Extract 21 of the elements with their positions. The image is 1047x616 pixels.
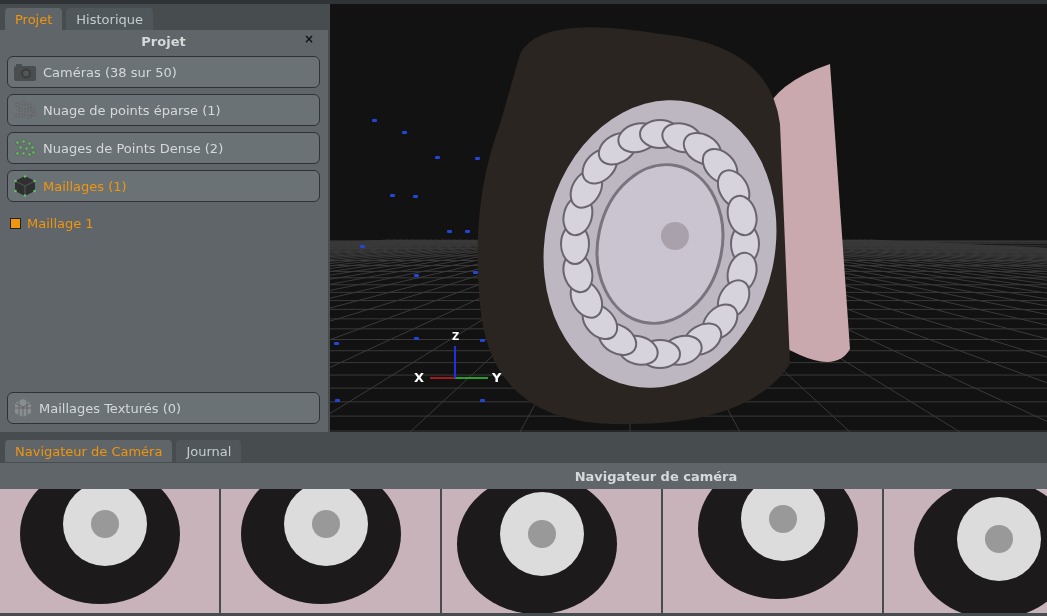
axis-label: Z	[452, 331, 460, 342]
panel-title: Navigateur de caméra	[574, 468, 738, 484]
project-item-button[interactable]: Maillages Texturés (0)	[7, 392, 320, 424]
panel-title: Projet	[141, 33, 186, 49]
project-item-button[interactable]: Nuages de Points Dense (2)	[7, 132, 320, 164]
tab[interactable]: Journal	[176, 440, 242, 462]
axis-label: X	[414, 370, 425, 385]
axis-gizmo-drawing	[429, 345, 489, 379]
camera-icon	[13, 62, 37, 82]
cube-icon	[13, 175, 37, 197]
axis-label: Y	[492, 370, 502, 385]
tree-item[interactable]: Maillage 1	[27, 216, 94, 231]
tab[interactable]: Projet	[5, 8, 63, 30]
project-item-button[interactable]: Maillages (1)	[7, 170, 320, 202]
project-item-button[interactable]: Caméras (38 sur 50)	[7, 56, 320, 88]
tab[interactable]: Historique	[66, 8, 153, 30]
textured-cube-icon	[13, 398, 33, 418]
tab[interactable]: Navigateur de Caméra	[5, 440, 173, 462]
project-item-button[interactable]: Nuage de points éparse (1)	[7, 94, 320, 126]
close-button[interactable]: ×	[301, 32, 316, 46]
point-cloud-icon	[13, 138, 37, 158]
